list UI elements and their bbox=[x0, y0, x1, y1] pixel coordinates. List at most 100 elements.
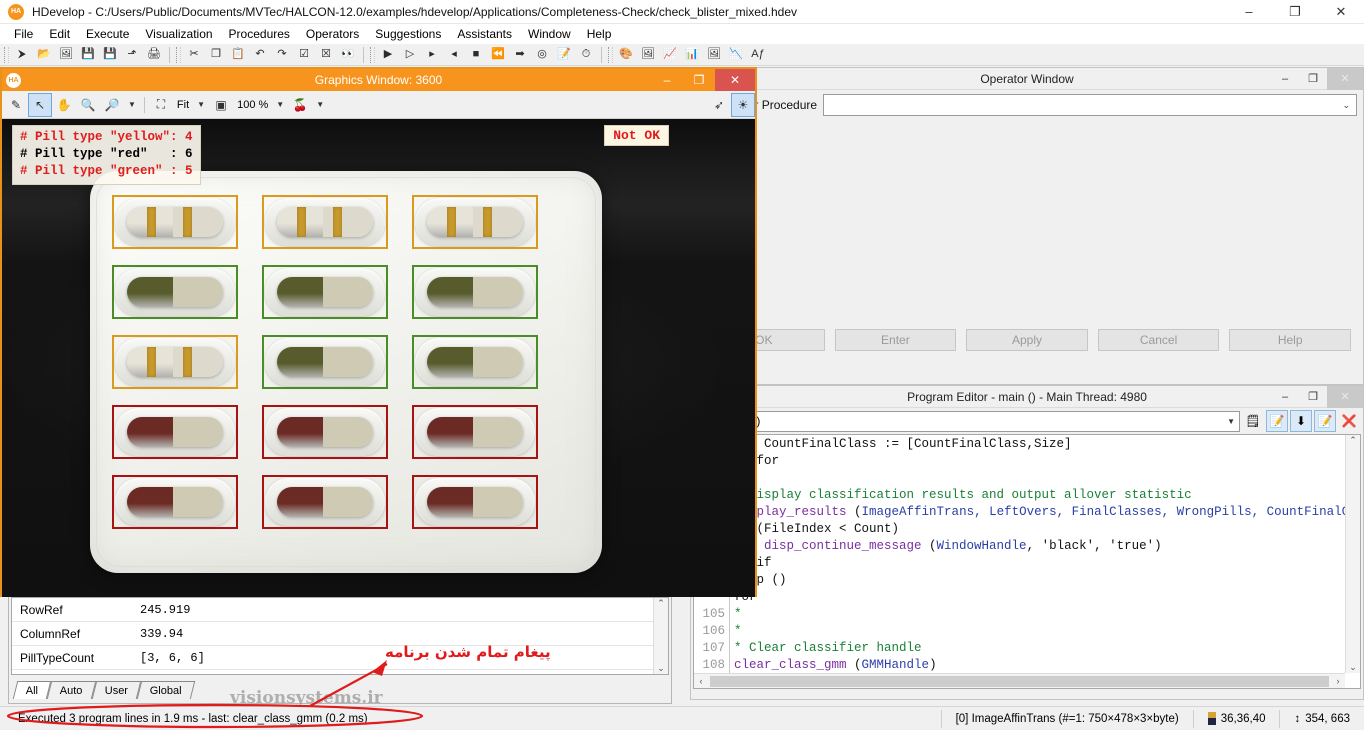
variable-table[interactable]: RowRef 245.919 ColumnRef 339.94 PillTypeCoun… bbox=[11, 597, 669, 675]
toolbar-grip[interactable] bbox=[176, 46, 181, 63]
code-line[interactable]: for bbox=[694, 589, 1345, 606]
help-button[interactable]: Help bbox=[1229, 329, 1351, 351]
zoom-dropdown-caret-icon[interactable]: ▼ bbox=[124, 100, 140, 109]
editor-minimize-button[interactable]: – bbox=[1271, 386, 1299, 408]
zoom-icon[interactable]: 🔍 bbox=[76, 93, 100, 117]
image-info-icon[interactable]: 🖼 bbox=[703, 45, 725, 65]
insert-breakpoint-icon[interactable]: ◎ bbox=[531, 45, 553, 65]
zoom-level-label[interactable]: 100 % bbox=[233, 99, 272, 111]
reset-program-icon[interactable]: ⏪ bbox=[487, 45, 509, 65]
step-into-icon[interactable]: ▸ bbox=[421, 45, 443, 65]
graphics-maximize-button[interactable]: ❐ bbox=[683, 69, 715, 91]
close-button[interactable]: ✕ bbox=[1318, 0, 1364, 24]
step-over-icon[interactable]: ▷ bbox=[399, 45, 421, 65]
menu-suggestions[interactable]: Suggestions bbox=[367, 25, 449, 43]
code-line[interactable]: 107 * Clear classifier handle bbox=[694, 640, 1345, 657]
menu-edit[interactable]: Edit bbox=[41, 25, 78, 43]
timing-icon[interactable]: ⏱ bbox=[575, 45, 597, 65]
code-editor-area[interactable]: CountFinalClass := [CountFinalClass,Size… bbox=[693, 434, 1361, 689]
select-icon[interactable]: ↖ bbox=[28, 92, 52, 117]
stop-icon[interactable]: ■ bbox=[465, 45, 487, 65]
toolbar-grip[interactable] bbox=[4, 46, 9, 63]
draw-mode-icon[interactable]: ✎ bbox=[4, 93, 28, 117]
graphics-minimize-button[interactable]: – bbox=[651, 69, 683, 91]
gray-histogram-icon[interactable]: 📈 bbox=[659, 45, 681, 65]
scroll-down-icon[interactable]: ⌄ bbox=[657, 663, 665, 674]
code-line[interactable]: 105 * bbox=[694, 606, 1345, 623]
toolbar-grip[interactable] bbox=[608, 46, 613, 63]
new-program-icon[interactable]: ⮞ bbox=[11, 45, 33, 65]
menu-help[interactable]: Help bbox=[579, 25, 620, 43]
editor-close-button[interactable]: ✕ bbox=[1327, 385, 1363, 408]
code-line[interactable]: disp_continue_message (WindowHandle, 'bl… bbox=[694, 538, 1345, 555]
cut-icon[interactable]: ✂ bbox=[183, 45, 205, 65]
operator-minimize-button[interactable]: – bbox=[1271, 68, 1299, 90]
apply-button[interactable]: Apply bbox=[966, 329, 1088, 351]
palette-icon[interactable]: 🎨 bbox=[615, 45, 637, 65]
code-line[interactable]: stop () bbox=[694, 572, 1345, 589]
zoom-level-caret-icon[interactable]: ▼ bbox=[272, 100, 288, 109]
scroll-down-icon[interactable]: ⌄ bbox=[1349, 662, 1357, 673]
run-icon[interactable]: ▶ bbox=[377, 45, 399, 65]
graphics-canvas[interactable]: # Pill type "yellow": 4 # Pill type "red"… bbox=[2, 119, 755, 597]
edit-procedure-icon[interactable]: 📝 bbox=[553, 45, 575, 65]
fit-dropdown-caret-icon[interactable]: ▼ bbox=[193, 100, 209, 109]
maximize-button[interactable]: ❐ bbox=[1272, 0, 1318, 24]
image-viewer-icon[interactable]: 🖼 bbox=[637, 45, 659, 65]
scroll-left-icon[interactable]: ‹ bbox=[694, 676, 708, 686]
code-line[interactable]: endfor bbox=[694, 453, 1345, 470]
variable-vertical-scrollbar[interactable]: ⌃ ⌄ bbox=[653, 598, 668, 674]
code-line[interactable]: * Display classification results and out… bbox=[694, 487, 1345, 504]
deactivate-line-icon[interactable]: ☒ bbox=[315, 45, 337, 65]
code-vertical-scrollbar[interactable]: ⌃ ⌄ bbox=[1345, 435, 1360, 673]
cancel-button[interactable]: Cancel bbox=[1097, 329, 1220, 351]
menu-window[interactable]: Window bbox=[520, 25, 579, 43]
editor-maximize-button[interactable]: ❐ bbox=[1299, 386, 1327, 408]
feature-histogram-icon[interactable]: 📉 bbox=[725, 45, 747, 65]
variable-row[interactable]: PillTypeCount [3, 6, 6] bbox=[12, 646, 668, 670]
code-line[interactable]: display_results (ImageAffinTrans, LeftOv… bbox=[694, 504, 1357, 521]
tab-all[interactable]: All bbox=[12, 681, 52, 699]
menu-visualization[interactable]: Visualization bbox=[137, 25, 220, 43]
print-icon[interactable]: 🖨 bbox=[143, 45, 165, 65]
menu-assistants[interactable]: Assistants bbox=[449, 25, 520, 43]
enter-button[interactable]: Enter bbox=[834, 329, 957, 351]
axes-icon[interactable]: ➶ bbox=[707, 93, 731, 117]
horizontal-scroll-thumb[interactable] bbox=[710, 675, 1329, 687]
code-line[interactable]: endif bbox=[694, 555, 1345, 572]
variable-row[interactable]: RowRef 245.919 bbox=[12, 598, 668, 622]
code-line[interactable]: if (FileIndex < Count) bbox=[694, 521, 1345, 538]
operator-close-button[interactable]: ✕ bbox=[1327, 67, 1363, 90]
activate-line-icon[interactable]: ☑ bbox=[293, 45, 315, 65]
continue-icon[interactable]: ➡ bbox=[509, 45, 531, 65]
code-line[interactable]: 106 * bbox=[694, 623, 1345, 640]
tab-user[interactable]: User bbox=[91, 681, 142, 699]
lighting-icon[interactable]: ☀ bbox=[731, 92, 755, 117]
procedure-selector[interactable]: ⬏ main (:::) ▼ bbox=[694, 410, 1240, 432]
open-recent-icon[interactable]: 🖼 bbox=[55, 45, 77, 65]
minimize-button[interactable]: – bbox=[1226, 0, 1272, 24]
tab-global[interactable]: Global bbox=[136, 681, 196, 699]
check-syntax-icon[interactable]: 📝 bbox=[1266, 410, 1288, 432]
operator-maximize-button[interactable]: ❐ bbox=[1299, 68, 1327, 90]
tab-auto[interactable]: Auto bbox=[46, 681, 97, 699]
code-line[interactable]: 108 clear_class_gmm (GMMHandle) bbox=[694, 657, 1345, 674]
undo-icon[interactable]: ↶ bbox=[249, 45, 271, 65]
font-icon[interactable]: Aƒ bbox=[747, 45, 769, 65]
find-icon[interactable]: 👀 bbox=[337, 45, 359, 65]
scroll-up-icon[interactable]: ⌃ bbox=[1349, 435, 1357, 446]
zoom-level-icon[interactable]: ▣ bbox=[209, 93, 233, 117]
export-icon[interactable]: ⬏ bbox=[121, 45, 143, 65]
save-program-icon[interactable]: 💾 bbox=[77, 45, 99, 65]
step-out-icon[interactable]: ◂ bbox=[443, 45, 465, 65]
variable-row[interactable]: ColumnRef 339.94 bbox=[12, 622, 668, 646]
fit-icon[interactable]: ⛶ bbox=[149, 93, 173, 117]
toolbar-grip[interactable] bbox=[370, 46, 375, 63]
delete-procedure-icon[interactable]: ❌ bbox=[1338, 410, 1360, 432]
histogram-icon[interactable]: 📊 bbox=[681, 45, 703, 65]
redo-icon[interactable]: ↷ bbox=[271, 45, 293, 65]
copy-icon[interactable]: ❐ bbox=[205, 45, 227, 65]
scroll-right-icon[interactable]: › bbox=[1331, 676, 1345, 686]
open-program-icon[interactable]: 📂 bbox=[33, 45, 55, 65]
fit-label[interactable]: Fit bbox=[173, 99, 193, 111]
